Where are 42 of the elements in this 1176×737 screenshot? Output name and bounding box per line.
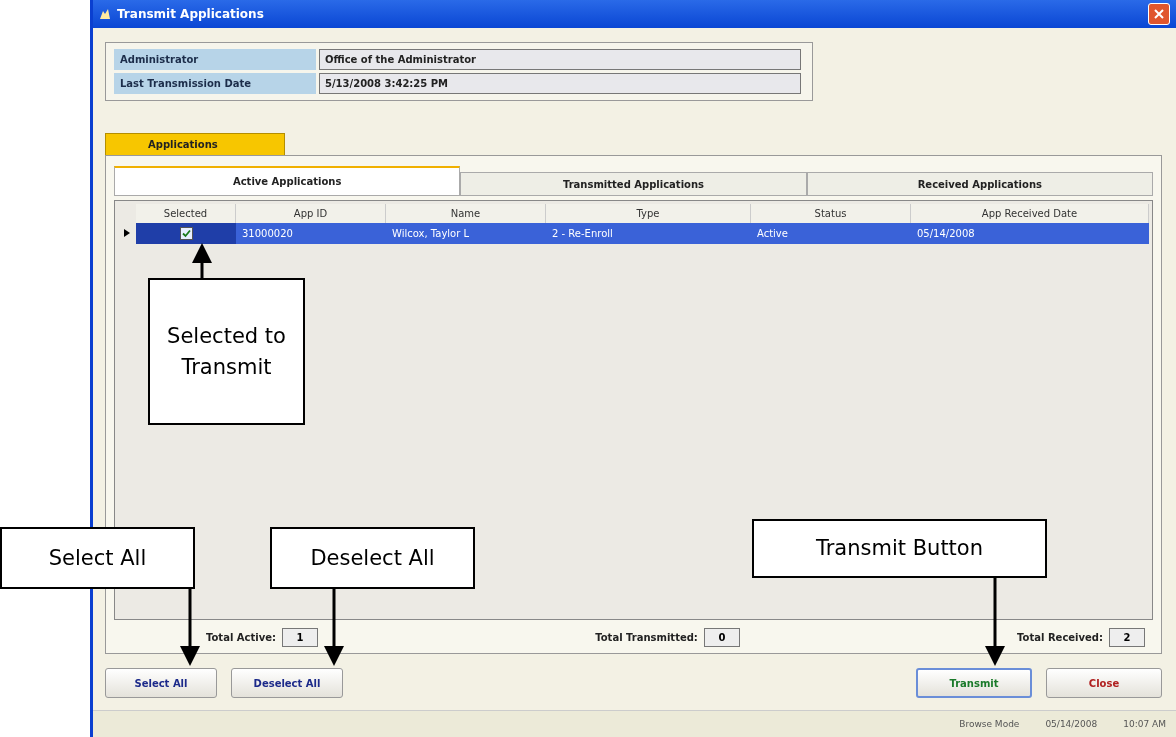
callout-box: Selected to Transmit	[148, 278, 305, 425]
status-text: 10:07 AM	[1123, 719, 1166, 729]
total-label: Total Active:	[206, 632, 276, 643]
field-label: Last Transmission Date	[114, 73, 316, 94]
window-title: Transmit Applications	[117, 7, 265, 21]
tab[interactable]: Received Applications	[806, 172, 1153, 196]
total-label: Total Received:	[1017, 632, 1103, 643]
checkbox[interactable]	[179, 227, 193, 240]
read-only-field: Office of the Administrator	[319, 49, 801, 70]
action-button[interactable]: Transmit	[916, 668, 1032, 698]
tab[interactable]: Applications	[105, 133, 285, 155]
table-cell: Active	[751, 223, 911, 244]
total-label: Total Transmitted:	[595, 632, 698, 643]
callout-box: Deselect All	[270, 527, 475, 589]
action-button[interactable]: Deselect All	[231, 668, 343, 698]
table-cell: 2 - Re-Enroll	[546, 223, 751, 244]
table-cell: Wilcox, Taylor L	[386, 223, 546, 244]
total-count: 0	[703, 628, 740, 647]
callout-box: Transmit Button	[752, 519, 1047, 578]
status-text: 05/14/2008	[1045, 719, 1098, 729]
total-count: 2	[1109, 628, 1145, 647]
app-icon	[99, 8, 111, 20]
tab[interactable]: Transmitted Applications	[460, 172, 807, 196]
close-icon[interactable]	[1148, 3, 1170, 25]
column-header[interactable]: App Received Date	[911, 204, 1149, 223]
tab[interactable]: Active Applications	[114, 166, 461, 196]
table-cell: 05/14/2008	[911, 223, 1149, 244]
read-only-field: 5/13/2008 3:42:25 PM	[319, 73, 801, 94]
status-text: Browse Mode	[959, 719, 1020, 729]
column-header[interactable]: Type	[546, 204, 751, 223]
field-label: Administrator	[114, 49, 316, 70]
action-button[interactable]: Select All	[105, 668, 217, 698]
callout-box: Select All	[0, 527, 195, 589]
action-button[interactable]: Close	[1046, 668, 1162, 698]
arrow	[192, 243, 212, 278]
row-pointer-icon	[124, 228, 130, 237]
column-header[interactable]: Name	[386, 204, 546, 223]
column-header[interactable]: Selected	[136, 204, 236, 223]
total-count: 1	[282, 628, 318, 647]
column-header[interactable]: Status	[751, 204, 911, 223]
column-header[interactable]: App ID	[236, 204, 386, 223]
table-cell: 31000020	[236, 223, 386, 244]
